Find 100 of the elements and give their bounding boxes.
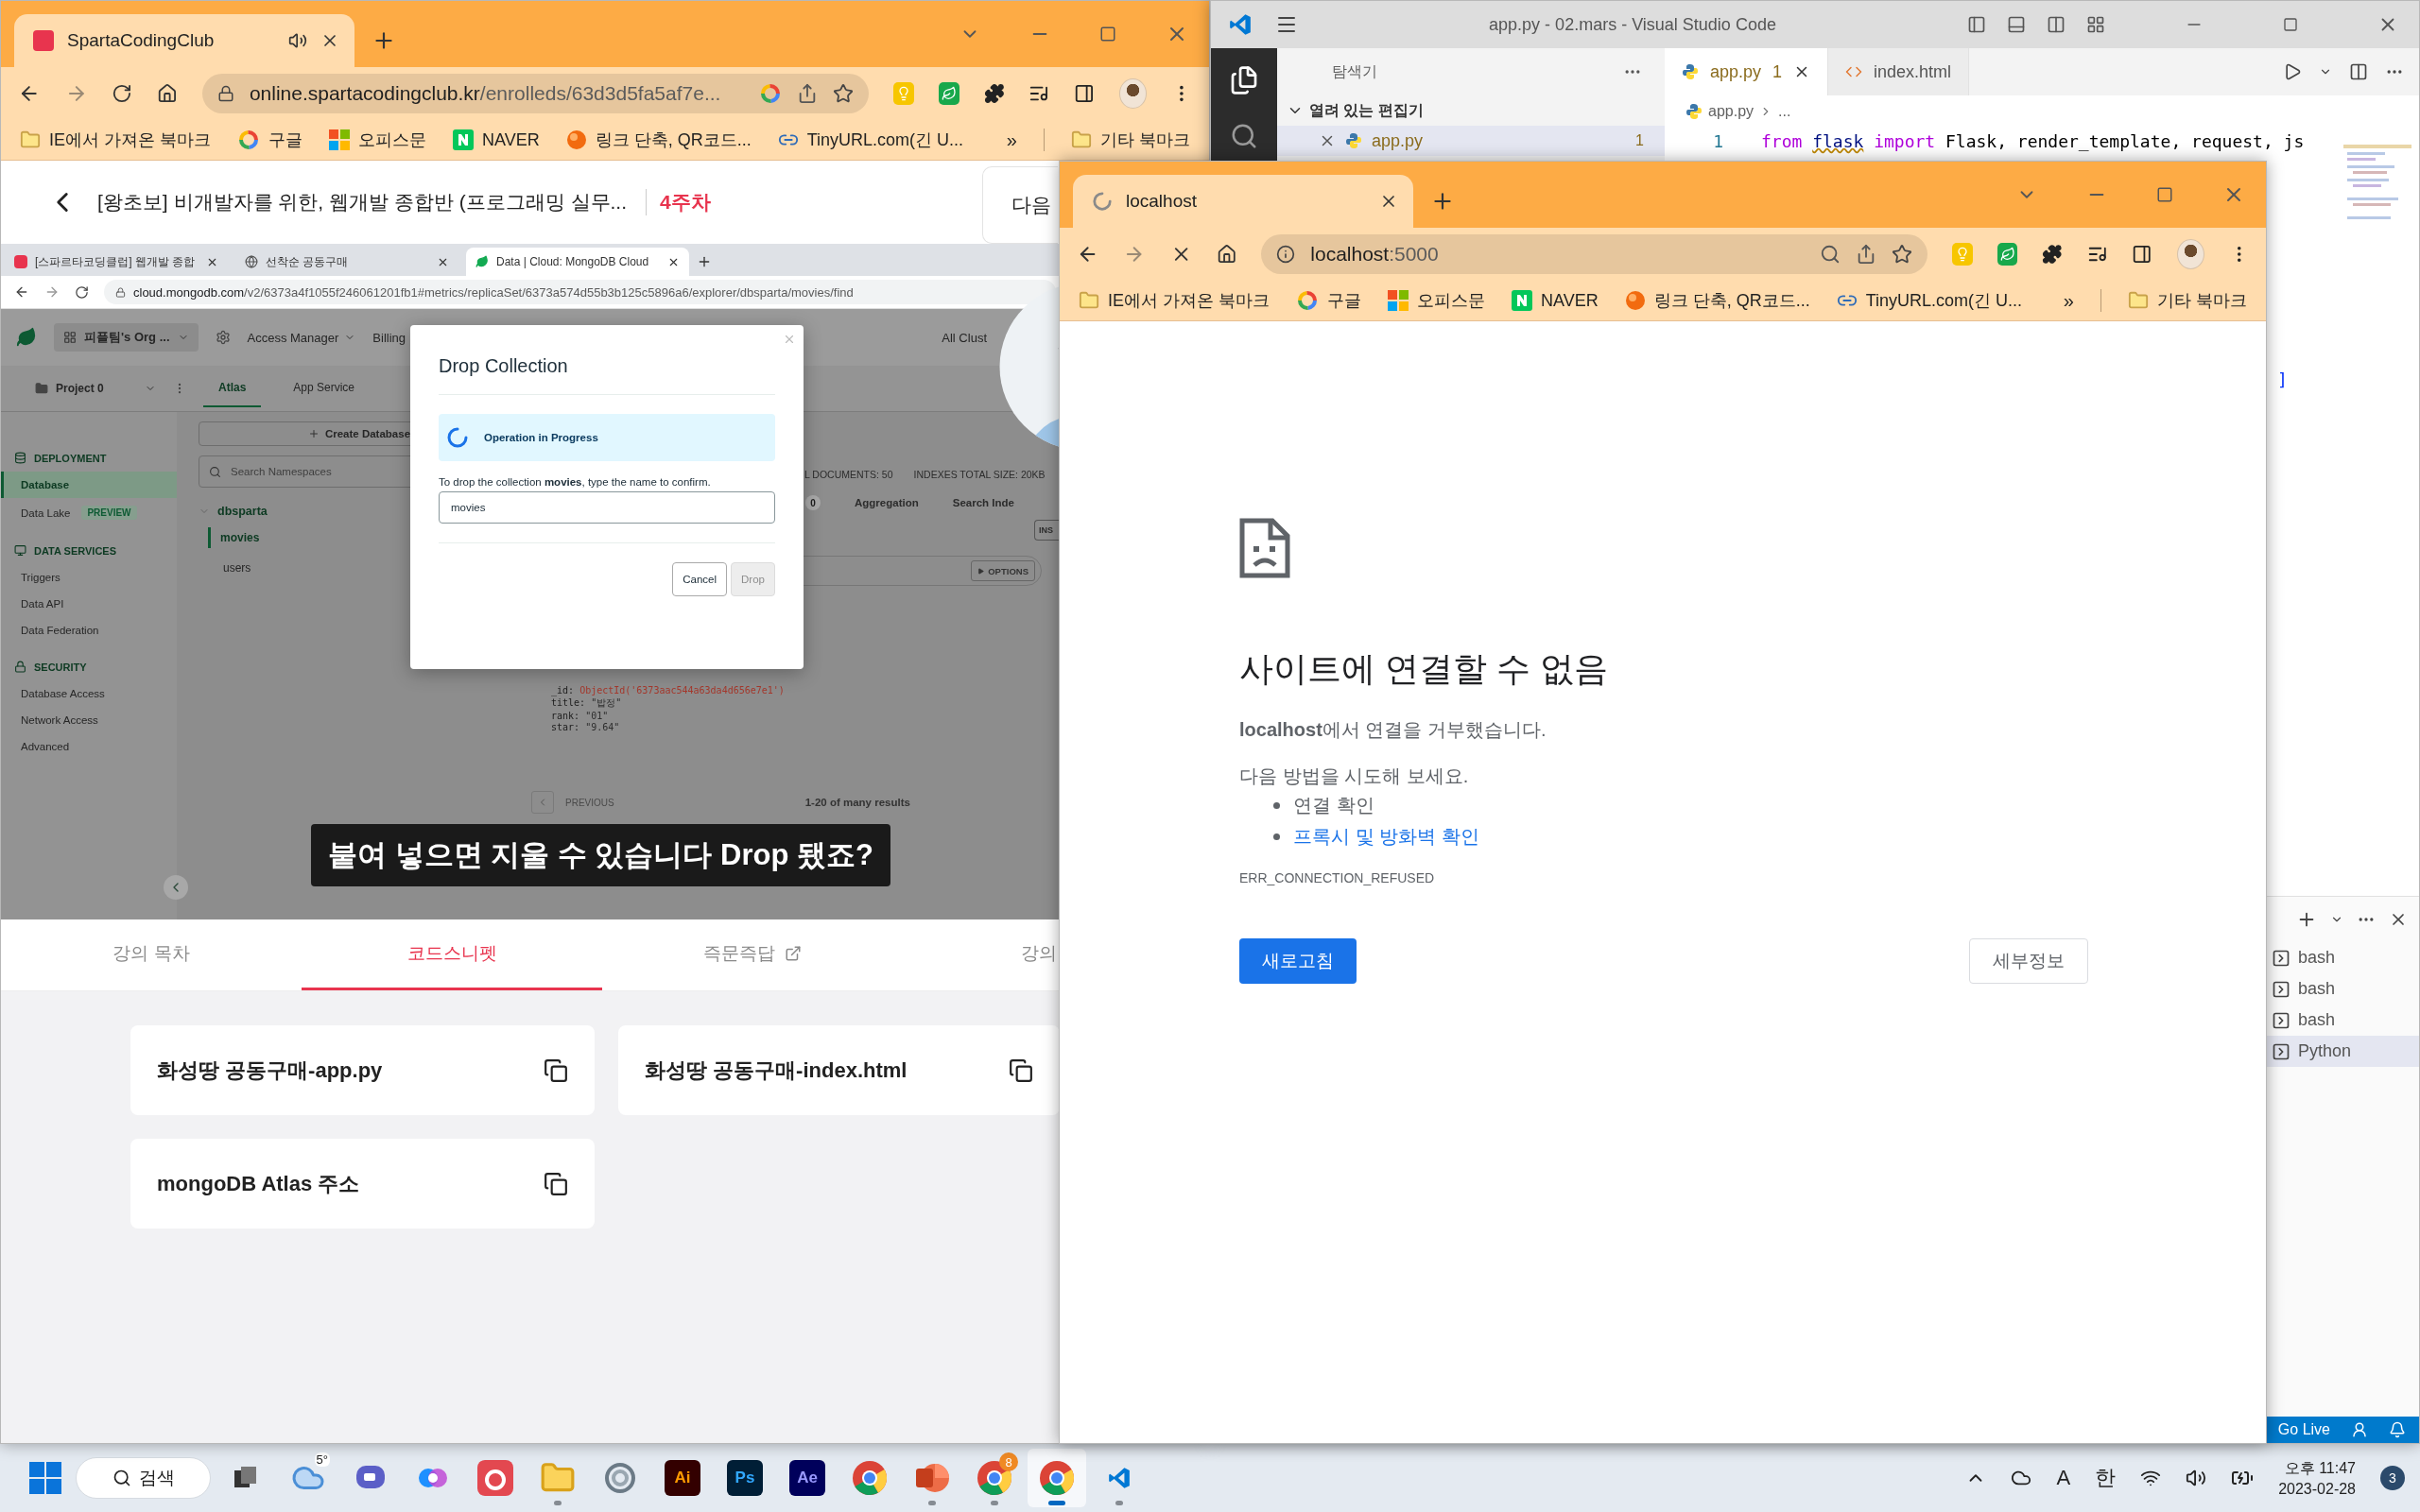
address-bar[interactable]: online.spartacodingclub.kr/enrolleds/63d3d5fa5af7e...: [201, 74, 869, 113]
project-selector[interactable]: Project 0: [35, 382, 156, 395]
home-icon[interactable]: [1216, 243, 1237, 266]
star-icon[interactable]: [832, 83, 854, 104]
bookmark[interactable]: 오피스문: [1388, 289, 1485, 312]
split-icon[interactable]: [2047, 15, 2066, 34]
editor-tab[interactable]: app.py 1: [1665, 48, 1829, 95]
spiral-icon[interactable]: [603, 1461, 637, 1495]
search-icon[interactable]: [1230, 122, 1258, 150]
side-panel-icon[interactable]: [1074, 82, 1095, 105]
bookmark[interactable]: NAVER: [453, 129, 540, 150]
sidebar-toggle-icon[interactable]: [1967, 15, 1986, 34]
collection-tab[interactable]: Search Inde: [952, 497, 1014, 508]
chrome-icon[interactable]: [977, 1460, 1012, 1496]
run-icon[interactable]: [2283, 62, 2302, 81]
maximize-icon[interactable]: [2283, 17, 2298, 32]
bookmark[interactable]: 링크 단축, QR코드...: [565, 129, 752, 151]
app-icon[interactable]: Ps: [727, 1460, 763, 1496]
bookmark[interactable]: IE에서 가져온 북마크: [20, 129, 211, 151]
panel-toggle-icon[interactable]: [2007, 15, 2026, 34]
lock-icon[interactable]: [216, 85, 234, 102]
speaker-icon[interactable]: [288, 31, 307, 50]
app-icon[interactable]: Ae: [789, 1460, 825, 1496]
notifications-icon[interactable]: [2389, 1421, 2406, 1438]
reload-icon[interactable]: [75, 284, 89, 300]
open-editors-header[interactable]: 열려 있는 편집기: [1277, 95, 1665, 126]
start-icon[interactable]: [28, 1461, 62, 1495]
maximize-icon[interactable]: [1099, 26, 1116, 43]
feedback-icon[interactable]: [2351, 1421, 2368, 1438]
cancel-button[interactable]: Cancel: [672, 562, 728, 597]
browser-tab[interactable]: Data | Cloud: MongoDB Cloud: [466, 248, 689, 276]
nav-link[interactable]: Billing: [372, 330, 406, 345]
sidebar-item[interactable]: Database Access: [1, 680, 177, 707]
go-live-button[interactable]: Go Live: [2277, 1421, 2330, 1438]
terminal-item[interactable]: Python: [2266, 1036, 2419, 1067]
browser-tab[interactable]: [스파르타코딩클럽] 웹개발 종합: [5, 248, 228, 276]
organization-selector[interactable]: 피플팀's Org ...: [54, 323, 199, 352]
star-icon[interactable]: [1892, 244, 1913, 265]
explorer-icon[interactable]: [1229, 65, 1259, 95]
split-editor-icon[interactable]: [2349, 62, 2368, 81]
snippet-card[interactable]: 화성땅 공동구매-index.html: [618, 1025, 1060, 1115]
details-button[interactable]: 세부정보: [1969, 938, 2088, 984]
layout-icon[interactable]: [2086, 15, 2105, 34]
taskbar-search[interactable]: 검색: [76, 1457, 211, 1499]
extensions-icon[interactable]: [2042, 243, 2063, 266]
notification-badge[interactable]: 3: [2380, 1466, 2405, 1490]
collection-tab[interactable]: Aggregation: [855, 497, 919, 508]
sidebar-item[interactable]: Database: [1, 472, 177, 498]
breadcrumb-item[interactable]: ...: [1778, 103, 1791, 120]
forward-icon[interactable]: [44, 284, 60, 300]
bookmark[interactable]: 링크 단축, QR코드...: [1624, 289, 1810, 312]
vscode-icon[interactable]: [1107, 1466, 1132, 1490]
bookmark[interactable]: 오피스문: [329, 129, 426, 151]
open-editor-item[interactable]: app.py 1: [1277, 126, 1665, 156]
side-panel-icon[interactable]: [2132, 243, 2152, 266]
more-bookmarks[interactable]: »: [1006, 129, 1017, 151]
bookmark[interactable]: 구글: [237, 129, 302, 151]
creative-cloud-icon[interactable]: [477, 1460, 513, 1496]
product-tab[interactable]: App Service: [278, 369, 371, 407]
maximize-icon[interactable]: [2156, 186, 2173, 203]
extensions-icon[interactable]: [983, 82, 1005, 105]
sidebar-item[interactable]: Network Access: [1, 707, 177, 733]
snippet-card[interactable]: 화성땅 공동구매-app.py: [130, 1025, 595, 1115]
new-tab-icon[interactable]: [697, 254, 712, 269]
copy-icon[interactable]: [544, 1171, 568, 1196]
bookmark-folder[interactable]: 기타 북마크: [2128, 289, 2247, 312]
app-icon[interactable]: Ai: [665, 1460, 700, 1496]
info-icon[interactable]: [1276, 245, 1296, 264]
copy-icon[interactable]: [1009, 1057, 1033, 1083]
language-indicator[interactable]: 한: [2095, 1464, 2117, 1492]
snippet-card[interactable]: mongoDB Atlas 주소: [130, 1139, 595, 1228]
options-button[interactable]: OPTIONS: [971, 560, 1035, 581]
sidebar-item[interactable]: Triggers: [1, 564, 177, 591]
chrome-icon[interactable]: [1039, 1460, 1075, 1496]
search-icon[interactable]: [1820, 244, 1841, 265]
bookmark[interactable]: 구글: [1296, 289, 1361, 312]
sidebar-item[interactable]: Data Federation: [1, 617, 177, 644]
volume-icon[interactable]: [2186, 1468, 2207, 1488]
collection-name-field[interactable]: movies: [439, 491, 775, 524]
avatar-icon[interactable]: [1118, 78, 1148, 109]
lesson-tab[interactable]: 강의: [903, 919, 1059, 990]
editor-tab[interactable]: index.html: [1828, 48, 1970, 95]
input-mode[interactable]: A: [2056, 1466, 2071, 1490]
address-bar[interactable]: cloud.mongodb.com/v2/6373a4f1055f246061201fb1#metrics/replicaSet/6373a574d55b3b125c5896a6/explorer/dbsparta/movies/find: [104, 280, 1056, 304]
address-bar[interactable]: localhost:5000: [1261, 234, 1928, 274]
browser-tab[interactable]: 선착순 공동구매: [235, 248, 458, 276]
bookmark[interactable]: NAVER: [1512, 290, 1599, 311]
browser-tab[interactable]: localhost: [1073, 175, 1413, 228]
next-button[interactable]: 다음: [982, 166, 1058, 244]
bookmark-folder[interactable]: 기타 북마크: [1071, 129, 1190, 151]
reload-button[interactable]: 새로고침: [1239, 938, 1357, 984]
terminal-item[interactable]: bash: [2266, 1005, 2419, 1036]
sidebar-item[interactable]: Data API: [1, 591, 177, 617]
bookmark[interactable]: TinyURL.com(긴 U...: [1836, 289, 2023, 312]
reload-icon[interactable]: [112, 82, 133, 105]
suggestion-link[interactable]: 프록시 및 방화벽 확인: [1293, 824, 1479, 850]
breadcrumb-item[interactable]: app.py: [1708, 103, 1754, 120]
bookmark[interactable]: TinyURL.com(긴 U...: [777, 129, 964, 151]
terminal-item[interactable]: bash: [2266, 942, 2419, 973]
terminal-item[interactable]: bash: [2266, 973, 2419, 1005]
